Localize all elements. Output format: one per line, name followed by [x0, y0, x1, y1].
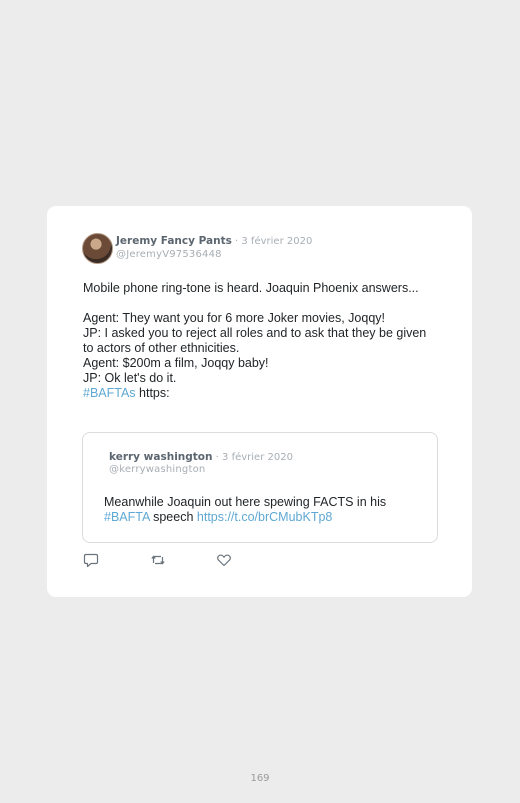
tweet-line: JP: Ok let's do it.: [83, 371, 177, 385]
tweet-date[interactable]: · 3 février 2020: [232, 236, 312, 247]
quoted-url-link[interactable]: https://t.co/brCMubKTp8: [197, 510, 332, 524]
quoted-text-part: Meanwhile Joaquin out here spewing FACTS…: [104, 495, 387, 509]
quoted-date: · 3 février 2020: [212, 452, 293, 463]
tweet-line: JP: I asked you to reject all roles and …: [83, 326, 427, 355]
quoted-handle: @kerrywashington: [109, 464, 206, 475]
tweet-line: Agent: They want you for 6 more Joker mo…: [83, 311, 385, 325]
tweet-text: Mobile phone ring-tone is heard. Joaquin…: [83, 281, 428, 401]
quoted-tweet[interactable]: kerry washington · 3 février 2020 @kerry…: [82, 432, 438, 543]
avatar[interactable]: [82, 233, 113, 264]
quoted-text-part: speech: [149, 510, 197, 524]
quoted-hashtag-link[interactable]: #BAFTA: [104, 510, 150, 524]
quoted-text: Meanwhile Joaquin out here spewing FACTS…: [104, 495, 424, 525]
tweet-card: Jeremy Fancy Pants · 3 février 2020 @Jer…: [47, 206, 472, 597]
reply-icon[interactable]: [83, 552, 99, 568]
quoted-author-line: kerry washington · 3 février 2020: [109, 451, 293, 463]
trailing-text: https:: [135, 386, 170, 400]
retweet-icon[interactable]: [150, 552, 166, 568]
tweet-line: Agent: $200m a film, Joqqy baby!: [83, 356, 269, 370]
like-icon[interactable]: [216, 552, 232, 568]
quoted-author-name[interactable]: kerry washington: [109, 451, 213, 463]
tweet-line-last: #BAFTAs https:: [83, 386, 428, 401]
tweet-line: Mobile phone ring-tone is heard. Joaquin…: [83, 281, 419, 295]
author-name[interactable]: Jeremy Fancy Pants: [116, 235, 232, 247]
tweet-actions: [83, 552, 243, 570]
author-line: Jeremy Fancy Pants · 3 février 2020: [116, 235, 312, 247]
author-handle[interactable]: @JeremyV97536448: [116, 249, 222, 260]
page-number: 169: [250, 773, 270, 784]
hashtag-link[interactable]: #BAFTAs: [83, 386, 136, 400]
